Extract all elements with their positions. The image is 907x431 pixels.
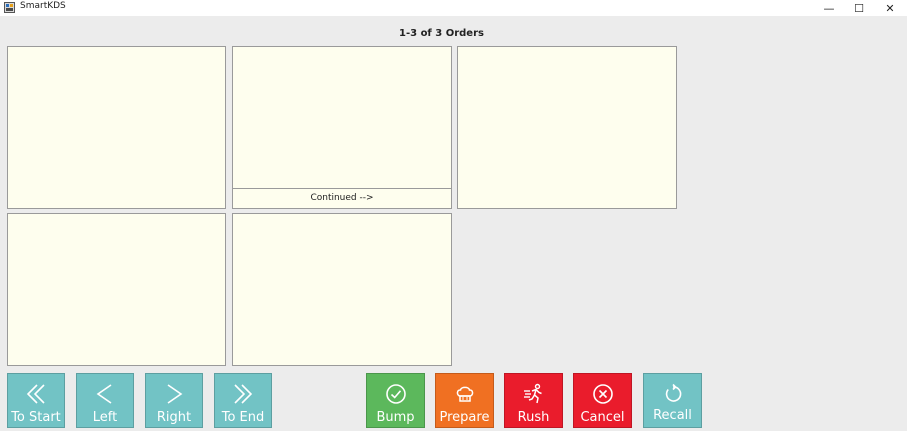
- prepare-label: Prepare: [439, 410, 490, 425]
- maximize-button[interactable]: ☐: [845, 0, 873, 16]
- double-chevron-right-icon: [234, 384, 253, 404]
- recall-button[interactable]: Recall: [643, 373, 702, 428]
- check-circle-icon: [385, 384, 406, 404]
- window-title: SmartKDS: [20, 1, 66, 11]
- rush-button[interactable]: Rush: [504, 373, 563, 428]
- order-panel-2[interactable]: Continued -->: [232, 46, 452, 209]
- to-end-label: To End: [221, 410, 265, 425]
- close-icon: ✕: [885, 1, 895, 15]
- right-button[interactable]: Right: [145, 373, 203, 428]
- app-icon: [4, 2, 15, 13]
- close-button[interactable]: ✕: [876, 0, 904, 16]
- order-panel-1[interactable]: [7, 46, 226, 209]
- order-panel-5[interactable]: [232, 213, 452, 366]
- bump-label: Bump: [376, 410, 415, 425]
- minimize-button[interactable]: —: [815, 0, 843, 16]
- left-label: Left: [92, 410, 118, 425]
- right-label: Right: [156, 410, 192, 425]
- x-circle-icon: [592, 384, 613, 404]
- running-person-icon: [523, 383, 542, 404]
- order-panel-4[interactable]: [7, 213, 226, 366]
- double-chevron-left-icon: [26, 384, 45, 404]
- recall-label: Recall: [653, 408, 692, 423]
- order-panel-3[interactable]: [457, 46, 677, 209]
- chevron-left-icon: [96, 384, 112, 404]
- cancel-label: Cancel: [580, 410, 625, 425]
- minimize-icon: —: [823, 1, 835, 15]
- chef-hat-icon: [456, 386, 473, 402]
- to-start-label: To Start: [11, 410, 61, 425]
- prepare-button[interactable]: Prepare: [435, 373, 494, 428]
- to-end-button[interactable]: To End: [214, 373, 272, 428]
- continued-label: Continued -->: [233, 188, 451, 208]
- refresh-icon: [665, 383, 681, 402]
- order-count-label: 1-3 of 3 Orders: [399, 28, 484, 39]
- rush-label: Rush: [517, 410, 550, 425]
- maximize-icon: ☐: [854, 1, 864, 15]
- chevron-right-icon: [167, 384, 183, 404]
- title-bar: SmartKDS — ☐ ✕: [0, 0, 907, 16]
- to-start-button[interactable]: To Start: [7, 373, 65, 428]
- cancel-button[interactable]: Cancel: [573, 373, 632, 428]
- bump-button[interactable]: Bump: [366, 373, 425, 428]
- left-button[interactable]: Left: [76, 373, 134, 428]
